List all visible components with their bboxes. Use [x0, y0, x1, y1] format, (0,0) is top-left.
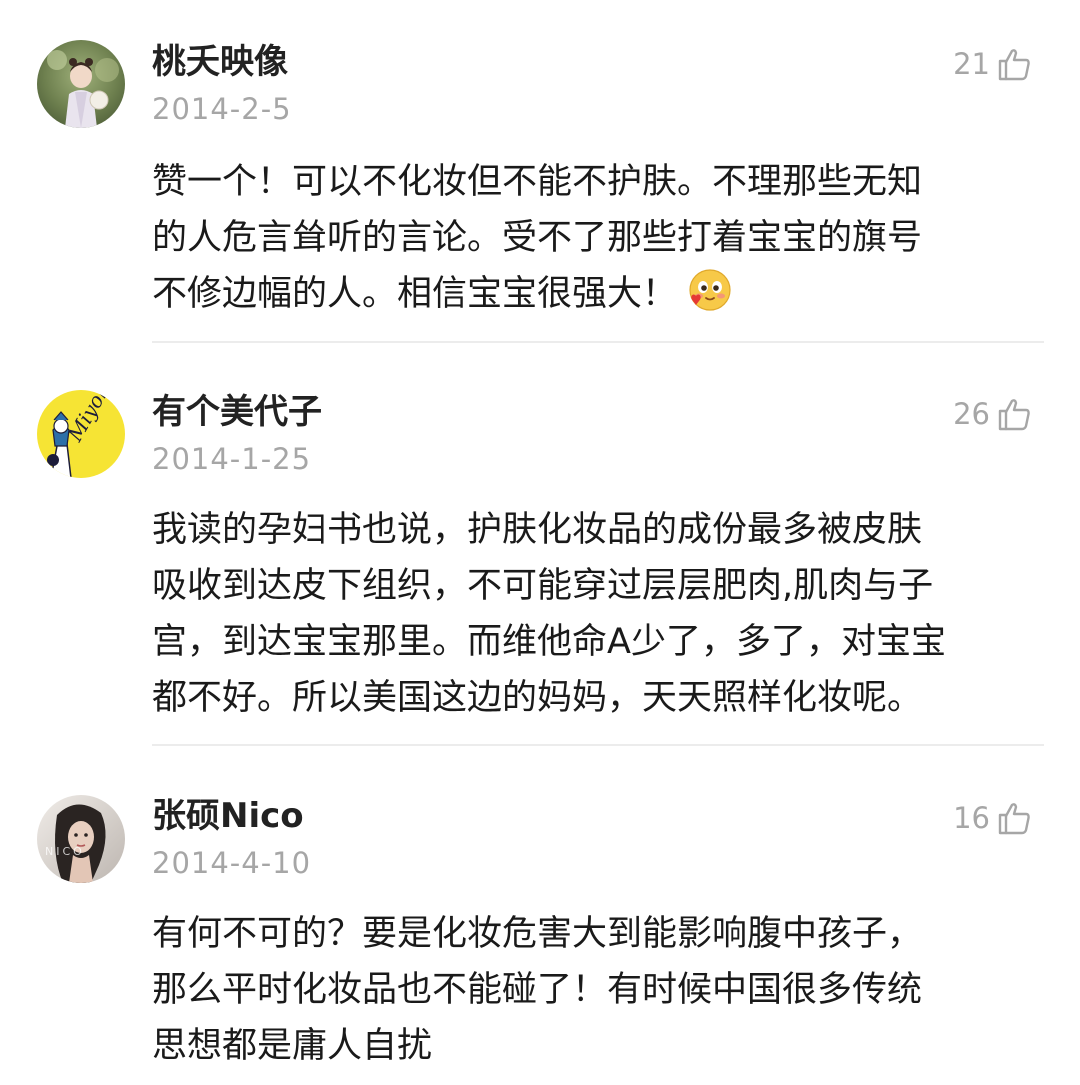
comment-list: 桃夭映像 2014-2-5 21 赞一个！可以不化妆但不能不护肤。不理那些无知 …	[0, 0, 1080, 1085]
comment-text-line: 思想都是庸人自扰	[152, 1026, 433, 1066]
avatar-photo-icon: NICO	[37, 795, 125, 883]
like-count: 16	[953, 801, 990, 835]
comment-text: 赞一个！可以不化妆但不能不护肤。不理那些无知 的人危言耸听的言论。受不了那些打着…	[152, 154, 1032, 330]
user-name[interactable]: 张硕Nico	[152, 796, 304, 836]
avatar-cartoon-icon: Miyoko!	[37, 390, 125, 478]
comment-date: 2014-1-25	[152, 442, 312, 476]
thumbs-up-icon	[998, 399, 1030, 431]
like-button[interactable]: 26	[953, 392, 1032, 436]
like-count: 21	[953, 47, 990, 81]
comment-text-line: 的人危言耸听的言论。受不了那些打着宝宝的旗号	[152, 218, 923, 258]
avatar[interactable]: Miyoko!	[37, 390, 125, 478]
comment-date: 2014-4-10	[152, 846, 312, 880]
comment-text: 我读的孕妇书也说，护肤化妆品的成份最多被皮肤 吸收到达皮下组织，不可能穿过层层肥…	[152, 502, 1032, 726]
comment-text-line: 我读的孕妇书也说，护肤化妆品的成份最多被皮肤	[152, 510, 923, 550]
comment-text-line: 不修边幅的人。相信宝宝很强大！	[152, 266, 1032, 330]
thumbs-up-icon	[998, 49, 1030, 81]
comment-text-line: 吸收到达皮下组织，不可能穿过层层肥肉,肌肉与子	[152, 566, 934, 606]
avatar-photo-icon	[37, 40, 125, 128]
comment-text-line: 宫，到达宝宝那里。而维他命A少了，多了，对宝宝	[152, 622, 946, 662]
comment-text: 有何不可的？要是化妆危害大到能影响腹中孩子， 那么平时化妆品也不能碰了！有时候中…	[152, 906, 1032, 1074]
blush-heart-emoji-icon	[687, 267, 733, 330]
like-button[interactable]: 16	[953, 796, 1032, 840]
divider	[152, 341, 1044, 343]
like-button[interactable]: 21	[953, 42, 1032, 86]
user-name[interactable]: 有个美代子	[152, 392, 322, 432]
divider	[152, 744, 1044, 746]
user-name[interactable]: 桃夭映像	[152, 42, 288, 82]
comment-text-line: 那么平时化妆品也不能碰了！有时候中国很多传统	[152, 970, 923, 1010]
comment-text-line: 赞一个！可以不化妆但不能不护肤。不理那些无知	[152, 162, 923, 202]
avatar[interactable]: NICO	[37, 795, 125, 883]
comment-text-line: 都不好。所以美国这边的妈妈，天天照样化妆呢。	[152, 678, 923, 718]
avatar[interactable]	[37, 40, 125, 128]
comment-date: 2014-2-5	[152, 92, 292, 126]
comment-text-fragment: 不修边幅的人。相信宝宝很强大！	[152, 274, 678, 314]
like-count: 26	[953, 397, 990, 431]
comment-text-line: 有何不可的？要是化妆危害大到能影响腹中孩子，	[152, 914, 923, 954]
thumbs-up-icon	[998, 803, 1030, 835]
avatar-watermark: NICO	[45, 845, 85, 858]
